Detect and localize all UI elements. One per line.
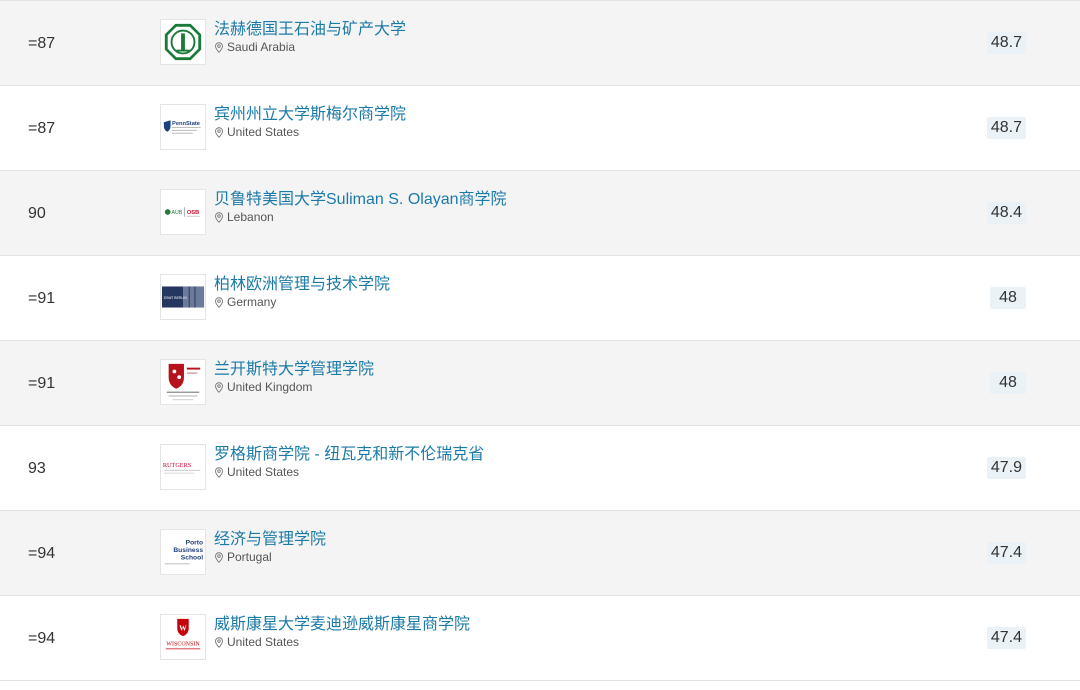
table-row: =94 Porto Business School 经济与管理学院 Portug… — [0, 511, 1080, 596]
table-row: =94 W WISCONSIN 威斯康星大学麦迪逊威斯康星商学院 United … — [0, 596, 1080, 681]
rank: =87 — [28, 120, 56, 137]
rutgers-logo-text: RUTGERS — [163, 462, 192, 469]
school-name-link[interactable]: 经济与管理学院 — [214, 525, 326, 549]
location: United States — [214, 125, 299, 139]
score-badge: 48 — [990, 372, 1026, 394]
ranking-list: =87 法赫德国王石油与矿产大学 Saudi Arabia 48.7 =87 P… — [0, 0, 1080, 681]
school-name-link[interactable]: 柏林欧洲管理与技术学院 — [214, 270, 390, 294]
location-pin-icon — [215, 41, 223, 53]
rank: =94 — [28, 630, 56, 647]
location: Germany — [214, 295, 276, 309]
location: United States — [214, 635, 299, 649]
table-row: =87 法赫德国王石油与矿产大学 Saudi Arabia 48.7 — [0, 1, 1080, 86]
porto-logo-text: Porto — [186, 539, 203, 546]
location-label: United States — [227, 465, 300, 479]
location-pin-icon — [215, 636, 223, 648]
rank: =87 — [28, 35, 56, 52]
score-badge: 47.9 — [986, 457, 1026, 479]
osb-logo-text: OSB — [187, 210, 199, 216]
table-row: =91 兰开斯特大学管理学院 United Kingdom 48 — [0, 341, 1080, 426]
porto-logo[interactable]: Porto Business School — [160, 529, 206, 575]
location: United Kingdom — [214, 380, 312, 394]
wisconsin-logo[interactable]: W WISCONSIN — [160, 614, 206, 660]
school-name-link[interactable]: 罗格斯商学院 - 纽瓦克和新不伦瑞克省 — [214, 440, 484, 464]
table-row: 93 RUTGERS 罗格斯商学院 - 纽瓦克和新不伦瑞克省 United St… — [0, 426, 1080, 511]
score-badge: 48.7 — [986, 32, 1026, 54]
aub-osb-logo[interactable]: AUB OSB — [160, 189, 206, 235]
school-name-link[interactable]: 贝鲁特美国大学Suliman S. Olayan商学院 — [214, 185, 507, 209]
table-row: 90 AUB OSB 贝鲁特美国大学Suliman S. Olayan商学院 L… — [0, 171, 1080, 256]
rank: =94 — [28, 545, 56, 562]
table-row: =91 ESMT BERLIN 柏林欧洲管理与技术学院 Germany 48 — [0, 256, 1080, 341]
location-pin-icon — [215, 296, 223, 308]
rutgers-logo[interactable]: RUTGERS — [160, 444, 206, 490]
lancaster-logo[interactable] — [160, 359, 206, 405]
location-label: Saudi Arabia — [227, 40, 296, 54]
table-row: =87 PennState 宾州州立大学斯梅尔商学院 United States… — [0, 86, 1080, 171]
location-pin-icon — [215, 381, 223, 393]
location-pin-icon — [215, 551, 223, 563]
school-logo-text: School — [181, 555, 203, 562]
rank: =91 — [28, 290, 56, 307]
location-pin-icon — [215, 126, 223, 138]
school-name-link[interactable]: 兰开斯特大学管理学院 — [214, 355, 374, 379]
aub-logo-text: AUB — [172, 210, 183, 216]
esmt-logo-text: ESMT BERLIN — [164, 296, 187, 300]
school-name-link[interactable]: 宾州州立大学斯梅尔商学院 — [214, 100, 406, 124]
wisconsin-logo-text: WISCONSIN — [166, 642, 200, 648]
location-label: United States — [227, 635, 300, 649]
pennstate-logo-text: PennState — [172, 121, 200, 127]
location-pin-icon — [215, 211, 223, 223]
school-name-link[interactable]: 法赫德国王石油与矿产大学 — [214, 15, 406, 39]
business-logo-text: Business — [173, 547, 203, 554]
svg-text:W: W — [179, 623, 187, 632]
rank: =91 — [28, 375, 56, 392]
location: United States — [214, 465, 299, 479]
score-badge: 48 — [990, 287, 1026, 309]
location-label: Portugal — [227, 550, 272, 564]
esmt-logo[interactable]: ESMT BERLIN — [160, 274, 206, 320]
location-pin-icon — [215, 466, 223, 478]
rank: 93 — [28, 460, 46, 477]
score-badge: 48.7 — [986, 117, 1026, 139]
location-label: Lebanon — [227, 210, 274, 224]
score-badge: 47.4 — [986, 627, 1026, 649]
rank: 90 — [28, 205, 46, 222]
pennstate-logo[interactable]: PennState — [160, 104, 206, 150]
location: Portugal — [214, 550, 272, 564]
location: Saudi Arabia — [214, 40, 295, 54]
score-badge: 48.4 — [986, 202, 1026, 224]
location-label: United Kingdom — [227, 380, 313, 394]
location: Lebanon — [214, 210, 274, 224]
school-name-link[interactable]: 威斯康星大学麦迪逊威斯康星商学院 — [214, 610, 470, 634]
location-label: Germany — [227, 295, 277, 309]
kfupm-logo[interactable] — [160, 19, 206, 65]
location-label: United States — [227, 125, 300, 139]
score-badge: 47.4 — [986, 542, 1026, 564]
